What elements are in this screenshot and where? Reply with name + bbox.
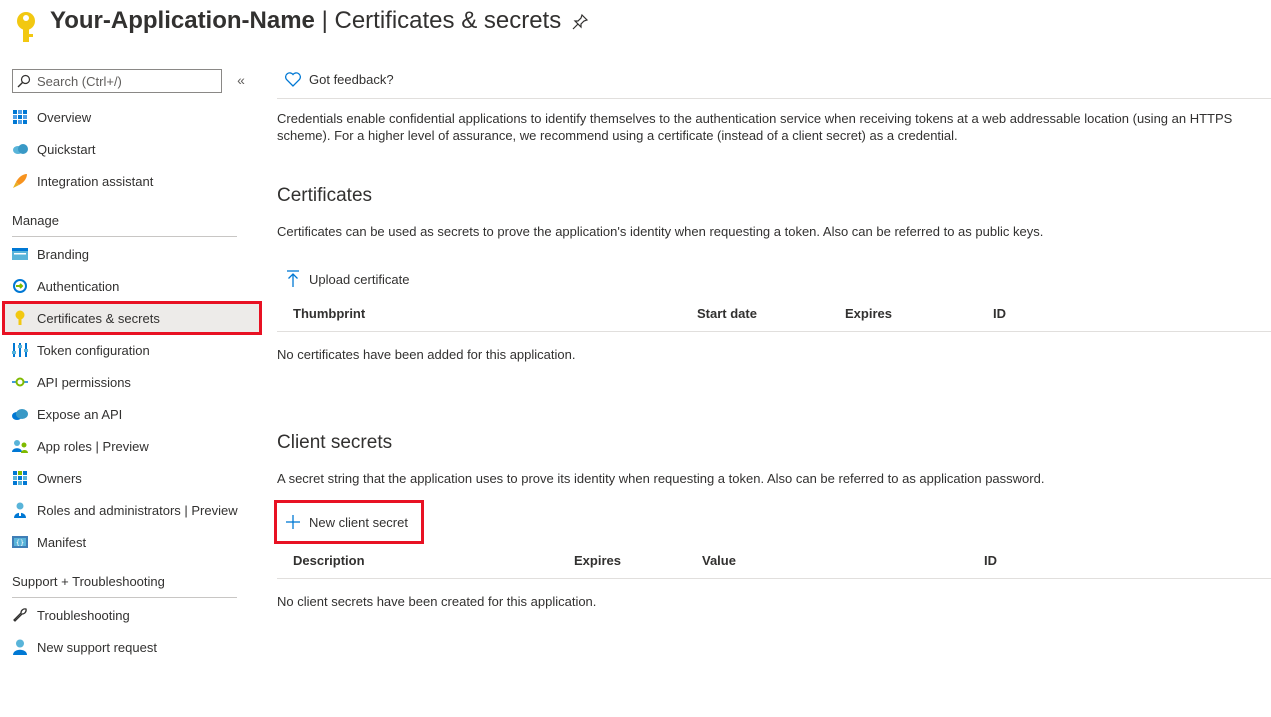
manage-divider <box>12 236 237 237</box>
support-heading: Support + Troubleshooting <box>12 574 165 589</box>
search-input[interactable] <box>37 73 217 89</box>
sidebar-item-overview[interactable]: Overview <box>4 102 260 132</box>
column-header-thumbprint[interactable]: Thumbprint <box>293 306 365 321</box>
client-secrets-table-divider <box>277 578 1271 579</box>
branding-icon <box>12 246 28 262</box>
column-header-value[interactable]: Value <box>702 553 736 568</box>
sidebar-item-integration-assistant[interactable]: Integration assistant <box>4 166 260 196</box>
sidebar-item-label: Roles and administrators | Preview <box>37 502 238 518</box>
column-header-id[interactable]: ID <box>993 306 1006 321</box>
sidebar-item-manifest[interactable]: {} Manifest <box>4 527 260 557</box>
authentication-icon <box>12 278 28 294</box>
search-icon <box>17 74 31 88</box>
sidebar-item-owners[interactable]: Owners <box>4 463 260 493</box>
sidebar-item-label: API permissions <box>37 374 131 390</box>
column-header-start-date[interactable]: Start date <box>697 306 757 321</box>
cloud-icon <box>12 406 28 422</box>
collapse-sidebar-icon[interactable]: « <box>233 72 249 88</box>
blade-name: Certificates & secrets <box>334 7 562 34</box>
column-header-expires[interactable]: Expires <box>845 306 892 321</box>
sidebar-item-troubleshooting[interactable]: Troubleshooting <box>4 600 260 630</box>
app-name: Your-Application-Name <box>50 7 315 34</box>
sidebar-item-token-configuration[interactable]: Token configuration <box>4 335 260 365</box>
sidebar-item-roles-administrators[interactable]: Roles and administrators | Preview <box>4 495 260 525</box>
page-header: Your-Application-Name | Certificates & s… <box>0 0 1271 50</box>
manifest-icon: {} <box>12 534 28 550</box>
sidebar: « Overview Quickstart Integration assist… <box>0 62 265 717</box>
sidebar-item-branding[interactable]: Branding <box>4 239 260 269</box>
sidebar-item-label: Overview <box>37 109 92 125</box>
manage-heading: Manage <box>12 213 59 228</box>
sidebar-item-label: Troubleshooting <box>37 607 130 623</box>
new-client-secret-button[interactable]: New client secret <box>274 500 424 544</box>
sidebar-item-certificates-secrets[interactable]: Certificates & secrets <box>2 301 262 335</box>
wrench-icon <box>12 607 28 623</box>
support-person-icon <box>12 639 28 655</box>
search-box[interactable] <box>12 69 222 93</box>
client-secrets-heading: Client secrets <box>277 432 393 453</box>
svg-text:{}: {} <box>16 539 24 547</box>
upload-certificate-label: Upload certificate <box>309 271 410 287</box>
overview-icon <box>12 109 28 125</box>
sidebar-item-label: Authentication <box>37 278 120 294</box>
heart-icon <box>285 72 301 87</box>
certificates-heading: Certificates <box>277 185 373 206</box>
sidebar-item-label: Manifest <box>37 534 87 550</box>
sidebar-item-label: Certificates & secrets <box>37 310 160 326</box>
new-client-secret-label: New client secret <box>309 514 408 530</box>
rocket-icon <box>12 173 28 189</box>
client-secrets-description: A secret string that the application use… <box>277 471 1045 486</box>
sidebar-item-label: Expose an API <box>37 406 123 422</box>
sidebar-item-api-permissions[interactable]: API permissions <box>4 367 260 397</box>
certificates-table-divider <box>277 331 1271 332</box>
intro-text: Credentials enable confidential applicat… <box>277 111 1233 143</box>
client-secrets-empty-message: No client secrets have been created for … <box>277 594 597 609</box>
support-divider <box>12 597 237 598</box>
feedback-button[interactable]: Got feedback? <box>285 72 394 87</box>
main-content: Got feedback? Credentials enable confide… <box>274 62 1271 717</box>
upload-icon <box>287 270 299 287</box>
quickstart-icon <box>12 141 28 157</box>
sidebar-item-label: Integration assistant <box>37 173 154 189</box>
column-header-description[interactable]: Description <box>293 553 365 568</box>
key-icon <box>12 310 28 326</box>
title-separator: | <box>314 7 335 34</box>
api-permissions-icon <box>12 374 28 390</box>
certificates-empty-message: No certificates have been added for this… <box>277 347 576 362</box>
sidebar-item-label: New support request <box>37 639 157 655</box>
app-roles-icon <box>12 438 28 454</box>
feedback-label: Got feedback? <box>309 72 394 87</box>
page-title: Your-Application-Name | Certificates & s… <box>50 7 561 35</box>
sidebar-item-label: Owners <box>37 470 82 486</box>
token-config-icon <box>12 342 28 358</box>
key-icon <box>17 12 35 42</box>
sidebar-item-label: Token configuration <box>37 342 150 358</box>
column-header-expires[interactable]: Expires <box>574 553 621 568</box>
column-header-id[interactable]: ID <box>984 553 997 568</box>
pin-icon[interactable] <box>572 14 588 30</box>
sidebar-item-label: App roles | Preview <box>37 438 149 454</box>
sidebar-item-authentication[interactable]: Authentication <box>4 271 260 301</box>
owners-icon <box>12 470 28 486</box>
sidebar-item-app-roles[interactable]: App roles | Preview <box>4 431 260 461</box>
toolbar-divider <box>277 98 1271 99</box>
sidebar-item-expose-api[interactable]: Expose an API <box>4 399 260 429</box>
sidebar-item-new-support-request[interactable]: New support request <box>4 632 260 662</box>
sidebar-item-label: Branding <box>37 246 90 262</box>
admin-icon <box>12 502 28 518</box>
sidebar-item-quickstart[interactable]: Quickstart <box>4 134 260 164</box>
upload-certificate-button[interactable]: Upload certificate <box>285 269 409 289</box>
sidebar-item-label: Quickstart <box>37 141 96 157</box>
plus-icon <box>286 515 300 529</box>
certificates-description: Certificates can be used as secrets to p… <box>277 224 1044 239</box>
